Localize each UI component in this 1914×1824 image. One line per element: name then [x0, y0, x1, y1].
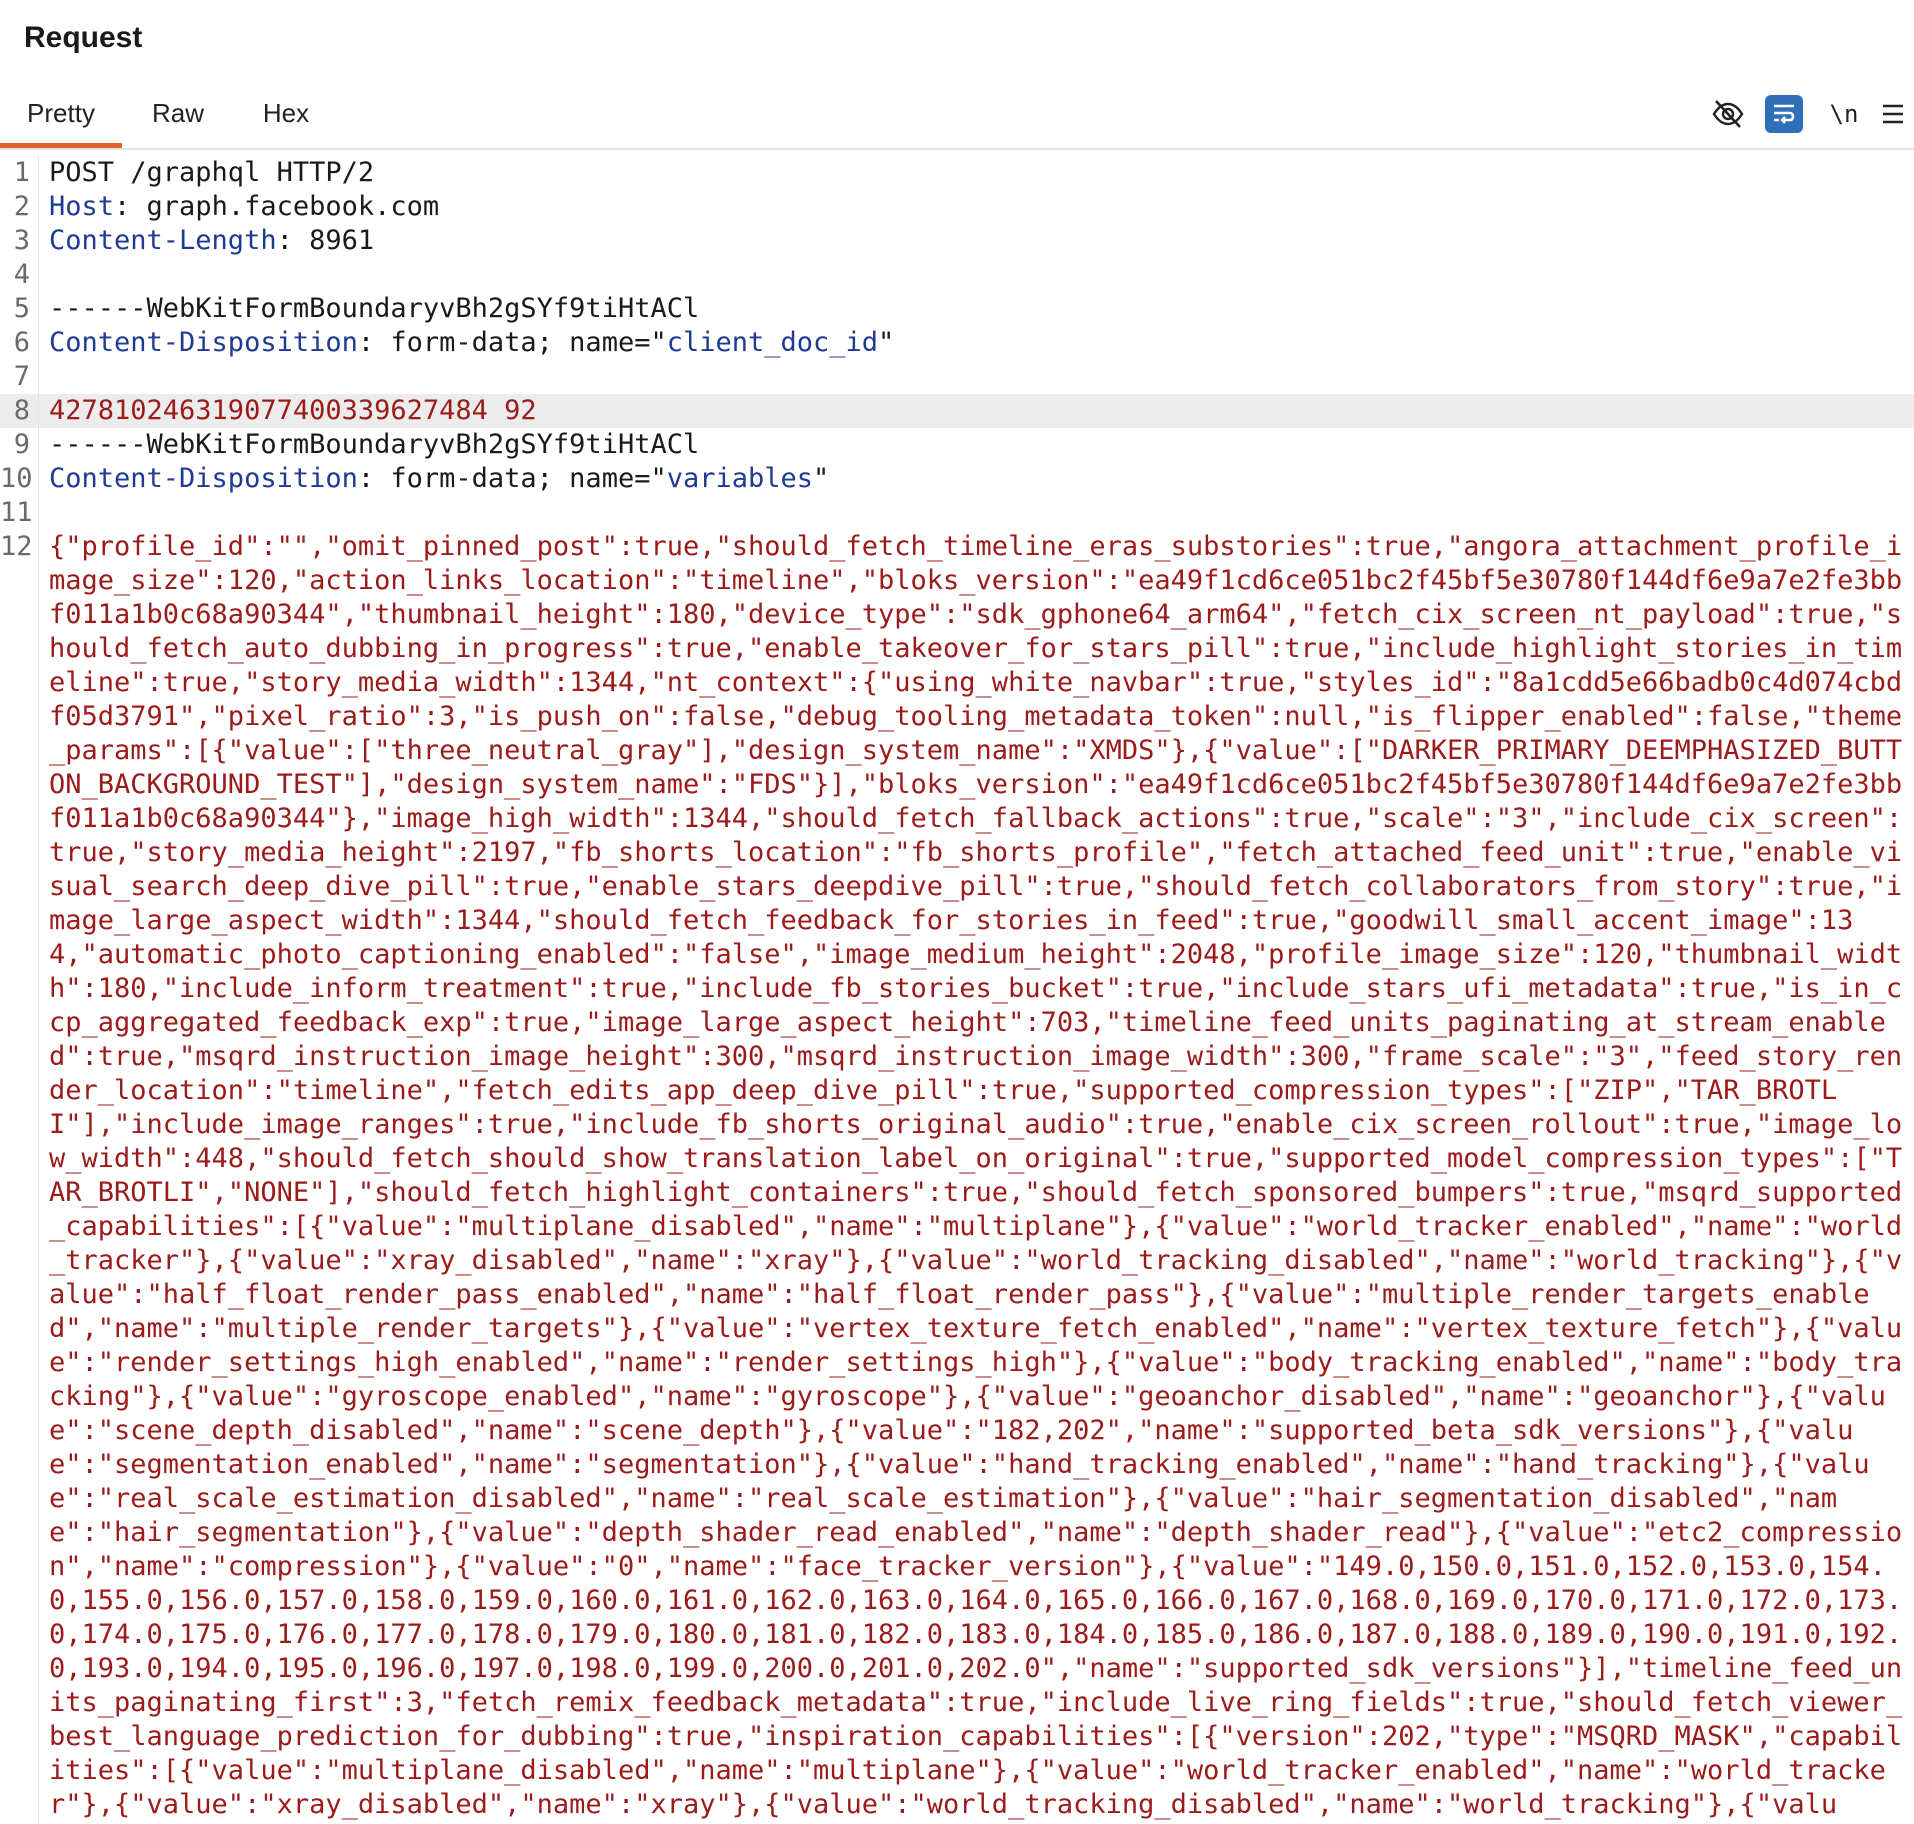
- header-text: : form-data; name=": [357, 327, 667, 358]
- code-line: 5 ------WebKitFormBoundaryvBh2gSYf9tiHtA…: [0, 292, 1914, 326]
- header-name: Content-Length: [49, 225, 277, 256]
- line-number: 2: [0, 190, 39, 224]
- header-separator: :: [276, 225, 310, 256]
- code-line: 12 {"profile_id":"","omit_pinned_post":t…: [0, 530, 1914, 1824]
- code-line: 3 Content-Length: 8961: [0, 224, 1914, 258]
- form-boundary: ------WebKitFormBoundaryvBh2gSYf9tiHtACl: [49, 293, 700, 324]
- line-number: 1: [0, 156, 39, 190]
- code-line: 10 Content-Disposition: form-data; name=…: [0, 462, 1914, 496]
- line-number: 8: [0, 394, 39, 428]
- line-number: 7: [0, 360, 39, 394]
- header-name: Content-Disposition: [49, 327, 358, 358]
- header-value: graph.facebook.com: [146, 191, 440, 222]
- header-name: Host: [49, 191, 115, 222]
- view-tabbar: Pretty Raw Hex \n: [0, 84, 1914, 150]
- line-number: 5: [0, 292, 39, 326]
- tab-raw[interactable]: Raw: [146, 84, 210, 148]
- client-doc-id-value: 427810246319077400339627484 92: [49, 395, 537, 426]
- field-name-value: variables: [666, 463, 814, 494]
- header-text: : form-data; name=": [357, 463, 667, 494]
- code-line: 1 POST /graphql HTTP/2: [0, 156, 1914, 190]
- form-boundary: ------WebKitFormBoundaryvBh2gSYf9tiHtACl: [49, 429, 700, 460]
- code-line: 11: [0, 496, 1914, 530]
- header-value: 8961: [309, 225, 375, 256]
- line-number: 4: [0, 258, 39, 292]
- hamburger-menu-icon[interactable]: [1876, 94, 1910, 134]
- request-editor[interactable]: 1 POST /graphql HTTP/2 2 Host: graph.fac…: [0, 156, 1914, 1824]
- line-number: 10: [0, 462, 39, 496]
- eye-slash-icon[interactable]: [1708, 94, 1748, 134]
- line-number: 11: [0, 496, 39, 530]
- header-separator: :: [114, 191, 147, 222]
- word-wrap-icon[interactable]: [1765, 95, 1803, 133]
- line-number: 12: [0, 530, 39, 1824]
- show-newlines-toggle[interactable]: \n: [1822, 94, 1866, 134]
- line-number: 3: [0, 224, 39, 258]
- header-text: ": [878, 327, 895, 358]
- variables-json-body: {"profile_id":"","omit_pinned_post":true…: [49, 531, 1903, 1824]
- code-line: 6 Content-Disposition: form-data; name="…: [0, 326, 1914, 360]
- code-line: 2 Host: graph.facebook.com: [0, 190, 1914, 224]
- request-line: POST /graphql HTTP/2: [49, 157, 375, 188]
- header-text: ": [813, 463, 830, 494]
- code-line-highlighted: 8 427810246319077400339627484 92: [0, 394, 1914, 428]
- code-line: 9 ------WebKitFormBoundaryvBh2gSYf9tiHtA…: [0, 428, 1914, 462]
- tab-hex[interactable]: Hex: [258, 84, 314, 148]
- tab-pretty[interactable]: Pretty: [0, 84, 122, 148]
- line-number: 9: [0, 428, 39, 462]
- panel-title: Request: [24, 21, 143, 54]
- code-line: 7: [0, 360, 1914, 394]
- field-name-value: client_doc_id: [666, 327, 879, 358]
- header-name: Content-Disposition: [49, 463, 358, 494]
- line-number: 6: [0, 326, 39, 360]
- code-line: 4: [0, 258, 1914, 292]
